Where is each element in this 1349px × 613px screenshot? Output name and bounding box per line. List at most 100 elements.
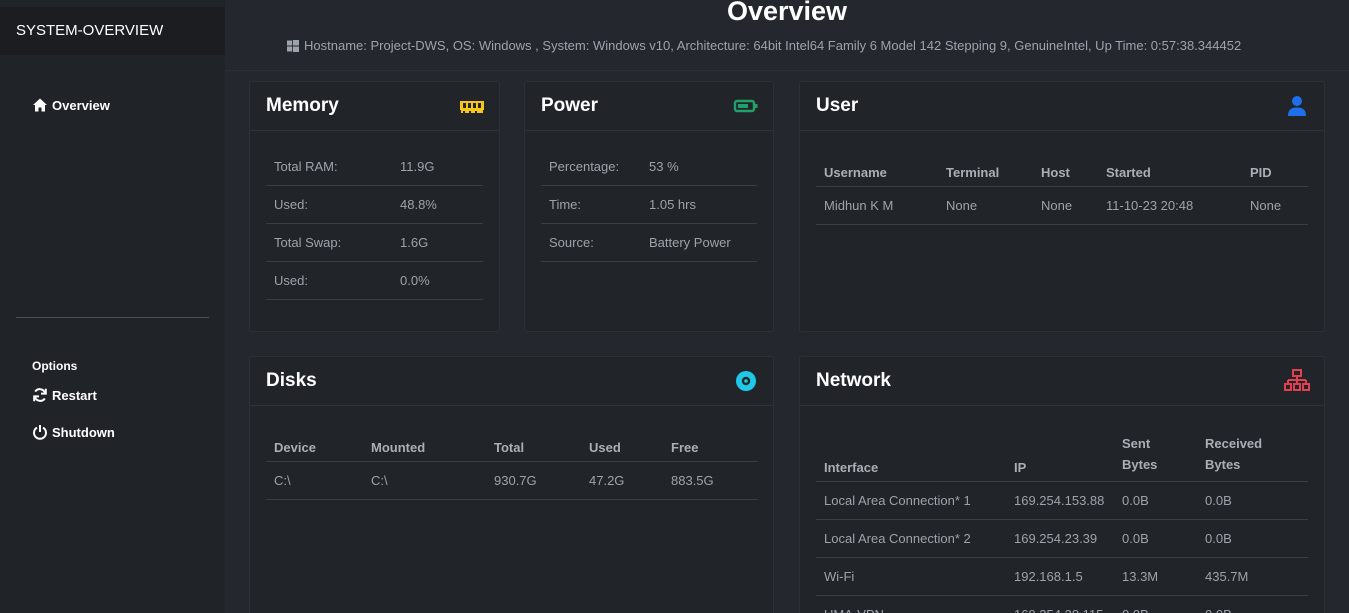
- memory-row: Used: 0.0%: [266, 262, 483, 300]
- network-title: Network: [816, 370, 891, 391]
- system-info: Hostname: Project-DWS, OS: Windows , Sys…: [287, 38, 1241, 53]
- table-cell: 0.0B: [1197, 519, 1308, 558]
- column-header: Started: [1098, 148, 1242, 187]
- memory-label: Total Swap:: [274, 235, 342, 250]
- table-cell: 883.5G: [663, 461, 758, 500]
- table-cell: C:\: [363, 461, 486, 500]
- memory-label: Used:: [274, 197, 308, 212]
- disks-card: Disks Device Mounted Total Used Free C:\…: [249, 356, 774, 613]
- column-header: Received Bytes: [1197, 433, 1308, 482]
- network-table: Interface IP Sent Bytes Received Bytes L…: [816, 433, 1308, 613]
- battery-icon: [733, 99, 758, 113]
- column-header: Total: [486, 423, 581, 462]
- table-row: C:\ C:\ 930.7G 47.2G 883.5G: [266, 461, 758, 500]
- disks-title: Disks: [266, 370, 317, 391]
- table-cell: UMA-VPN: [816, 595, 1006, 613]
- network-card: Network Interface IP Sent Bytes Received…: [799, 356, 1325, 613]
- table-cell: Midhun K M: [816, 186, 938, 225]
- power-title: Power: [541, 95, 599, 116]
- table-cell: Local Area Connection* 2: [816, 519, 1006, 558]
- column-header: Terminal: [938, 148, 1033, 187]
- memory-row: Used: 48.8%: [266, 186, 483, 224]
- power-value: 53 %: [649, 159, 679, 174]
- table-cell: 930.7G: [486, 461, 581, 500]
- table-cell: 0.0B: [1114, 595, 1197, 613]
- column-header: PID: [1242, 148, 1308, 187]
- power-card-header: Power: [525, 82, 773, 131]
- power-row: Percentage: 53 %: [541, 148, 757, 186]
- table-cell: 192.168.1.5: [1006, 557, 1114, 596]
- disks-table: Device Mounted Total Used Free C:\ C:\ 9…: [266, 423, 758, 500]
- memory-card: Memory Total RAM: 11.9G Used: 48.8% Total …: [249, 81, 500, 332]
- network-card-header: Network: [800, 357, 1324, 406]
- table-cell: 435.7M: [1197, 557, 1308, 596]
- table-cell: None: [1033, 186, 1098, 225]
- network-table-header: Interface IP Sent Bytes Received Bytes: [816, 433, 1308, 482]
- column-header: Host: [1033, 148, 1098, 187]
- power-label: Time:: [549, 197, 582, 212]
- column-header: Interface: [816, 433, 1006, 482]
- restart-label: Restart: [52, 387, 97, 403]
- column-header: Username: [816, 148, 938, 187]
- table-row: Wi-Fi 192.168.1.5 13.3M 435.7M: [816, 557, 1308, 596]
- restart-button[interactable]: Restart: [32, 387, 97, 403]
- table-cell: C:\: [266, 461, 363, 500]
- power-list: Percentage: 53 % Time: 1.05 hrs Source: Bat…: [541, 148, 757, 262]
- user-table-header: Username Terminal Host Started PID: [816, 148, 1308, 187]
- memory-value: 48.8%: [400, 197, 437, 212]
- column-header: Device: [266, 423, 363, 462]
- table-row: UMA-VPN 169.254.38.115 0.0B 0.0B: [816, 595, 1308, 613]
- table-cell: None: [938, 186, 1033, 225]
- memory-row: Total RAM: 11.9G: [266, 148, 483, 186]
- table-cell: 0.0B: [1197, 481, 1308, 520]
- memory-row: Total Swap: 1.6G: [266, 224, 483, 262]
- user-icon: [1288, 96, 1306, 116]
- memory-value: 0.0%: [400, 273, 430, 288]
- table-cell: Local Area Connection* 1: [816, 481, 1006, 520]
- column-header: IP: [1006, 433, 1114, 482]
- power-label: Source:: [549, 235, 594, 250]
- power-card: Power Percentage: 53 % Time: 1.05 hrs Sour…: [524, 81, 774, 332]
- memory-label: Total RAM:: [274, 159, 338, 174]
- header-divider: [225, 70, 1349, 71]
- home-icon: [33, 98, 47, 112]
- table-cell: 169.254.38.115: [1006, 595, 1114, 613]
- memory-value: 11.9G: [400, 159, 435, 174]
- memory-value: 1.6G: [400, 235, 429, 250]
- table-cell: Wi-Fi: [816, 557, 1006, 596]
- shutdown-button[interactable]: Shutdown: [32, 424, 115, 440]
- system-info-text: Hostname: Project-DWS, OS: Windows , Sys…: [304, 38, 1242, 53]
- table-cell: 0.0B: [1114, 519, 1197, 558]
- network-icon: [1284, 369, 1310, 391]
- sidebar-divider: [16, 317, 209, 318]
- table-cell: 169.254.153.88: [1006, 481, 1114, 520]
- memory-title: Memory: [266, 95, 339, 116]
- user-title: User: [816, 95, 859, 116]
- windows-icon: [287, 39, 299, 52]
- table-row: Midhun K M None None 11-10-23 20:48 None: [816, 186, 1308, 225]
- column-header: Free: [663, 423, 758, 462]
- user-card: User Username Terminal Host Started PID …: [799, 81, 1325, 332]
- nav-overview-label: Overview: [52, 97, 110, 113]
- disc-icon: [736, 371, 756, 391]
- table-cell: 169.254.23.39: [1006, 519, 1114, 558]
- column-header: Mounted: [363, 423, 486, 462]
- power-value: 1.05 hrs: [649, 197, 696, 212]
- disks-card-header: Disks: [250, 357, 773, 406]
- table-cell: 0.0B: [1114, 481, 1197, 520]
- power-row: Time: 1.05 hrs: [541, 186, 757, 224]
- table-cell: 0.0B: [1197, 595, 1308, 613]
- memory-list: Total RAM: 11.9G Used: 48.8% Total Swap: 1.…: [266, 148, 483, 300]
- power-row: Source: Battery Power: [541, 224, 757, 262]
- power-value: Battery Power: [649, 235, 731, 250]
- power-label: Percentage:: [549, 159, 620, 174]
- column-header: Used: [581, 423, 663, 462]
- refresh-icon: [33, 388, 47, 402]
- memory-label: Used:: [274, 273, 308, 288]
- table-cell: 13.3M: [1114, 557, 1197, 596]
- options-label: Options: [32, 359, 78, 373]
- table-cell: 11-10-23 20:48: [1098, 186, 1242, 225]
- sidebar: SYSTEM-OVERVIEW Overview Options Restart…: [0, 0, 225, 613]
- nav-overview[interactable]: Overview: [32, 97, 110, 113]
- table-row: Local Area Connection* 1 169.254.153.88 …: [816, 481, 1308, 520]
